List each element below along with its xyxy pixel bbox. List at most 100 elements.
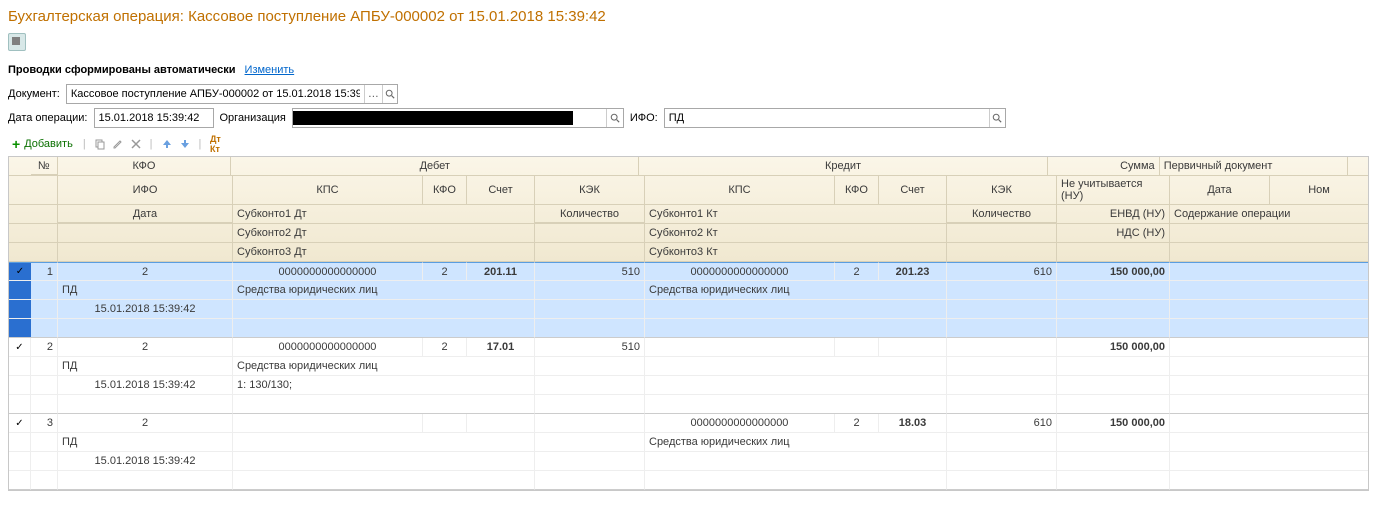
table-row[interactable]: ПД Средства юридических лиц	[9, 433, 1368, 452]
h-credit: Кредит	[639, 157, 1047, 176]
table-row[interactable]: 15.01.2018 15:39:42 1: 130/130;	[9, 376, 1368, 395]
row-db-sub3	[233, 319, 535, 338]
row-tick: ✓	[9, 338, 31, 357]
doc-search-button[interactable]	[382, 85, 397, 103]
row-cr-kfo	[835, 338, 879, 357]
delete-icon[interactable]	[128, 136, 144, 152]
doc-more-button[interactable]: …	[364, 85, 382, 103]
h-nds[interactable]: НДС (НУ)	[1057, 224, 1170, 243]
h-cr-qty[interactable]: Количество	[947, 205, 1057, 224]
add-button[interactable]: + Добавить	[8, 136, 77, 152]
row-cr-kps: 0000000000000000	[645, 414, 835, 433]
row-kfo: 2	[58, 414, 233, 433]
table-row[interactable]: 15.01.2018 15:39:42	[9, 300, 1368, 319]
doc-field[interactable]	[67, 86, 364, 102]
opdate-field[interactable]	[95, 110, 213, 126]
row-db-sub3	[233, 395, 535, 414]
row-kfo: 2	[58, 262, 233, 281]
row-db-sub2: 1: 130/130;	[233, 376, 535, 395]
table-row[interactable]	[9, 471, 1368, 490]
dtkt-icon[interactable]: ДтКт	[207, 136, 223, 152]
table-row[interactable]	[9, 319, 1368, 338]
row-cr-kek: 610	[947, 414, 1057, 433]
h-cr-kps[interactable]: КПС	[645, 176, 835, 205]
move-up-icon[interactable]	[159, 136, 175, 152]
org-search-button[interactable]	[606, 109, 623, 127]
change-link[interactable]: Изменить	[245, 64, 295, 76]
row-cr-sub1: Средства юридических лиц	[645, 281, 947, 300]
row-db-sub3	[233, 471, 535, 490]
h-sub2d[interactable]: Субконто2 Дт	[233, 224, 535, 243]
row-date: 15.01.2018 15:39:42	[58, 376, 233, 395]
h-kfo[interactable]: КФО	[58, 157, 231, 176]
h-nu[interactable]: Не учитывается (НУ)	[1057, 176, 1170, 205]
row-cr-sub3	[645, 471, 947, 490]
h-primdoc: Первичный документ	[1160, 157, 1348, 176]
row-db-kfo: 2	[423, 262, 467, 281]
h-sub1d[interactable]: Субконто1 Дт	[233, 205, 535, 224]
report-icon[interactable]	[8, 33, 26, 51]
h-db-acc[interactable]: Счет	[467, 176, 535, 205]
h-nom[interactable]: Ном	[1270, 176, 1368, 205]
row-db-sub2	[233, 452, 535, 471]
row-cr-kek: 610	[947, 262, 1057, 281]
table-row[interactable]: 15.01.2018 15:39:42	[9, 452, 1368, 471]
row-db-sub1: Средства юридических лиц	[233, 357, 535, 376]
table-row[interactable]	[9, 395, 1368, 414]
org-value-redacted	[293, 111, 573, 125]
h-db-kps[interactable]: КПС	[233, 176, 423, 205]
row-db-kps	[233, 414, 423, 433]
opdate-label: Дата операции:	[8, 112, 88, 124]
h-db-qty[interactable]: Количество	[535, 205, 645, 224]
row-db-kek: 510	[535, 262, 645, 281]
row-db-kps: 0000000000000000	[233, 338, 423, 357]
ifo-field[interactable]	[665, 110, 989, 126]
h-empty	[1348, 157, 1368, 176]
copy-icon[interactable]	[92, 136, 108, 152]
edit-icon[interactable]	[110, 136, 126, 152]
row-cr-acc: 18.03	[879, 414, 947, 433]
h-ifo[interactable]: ИФО	[58, 176, 233, 205]
h-debit: Дебет	[231, 157, 639, 176]
table-row[interactable]: ПД Средства юридических лиц	[9, 357, 1368, 376]
page-title: Бухгалтерская операция: Кассовое поступл…	[8, 8, 1367, 29]
row-cr-sub3	[645, 395, 947, 414]
h-dateh[interactable]: Дата	[1170, 176, 1270, 205]
h-cr-kek[interactable]: КЭК	[947, 176, 1057, 205]
row-db-acc: 17.01	[467, 338, 535, 357]
row-db-kps: 0000000000000000	[233, 262, 423, 281]
table-row[interactable]: ✓ 2 2 0000000000000000 2 17.01 510 150 0…	[9, 338, 1368, 357]
h-date[interactable]: Дата	[58, 205, 233, 224]
row-num: 2	[31, 338, 58, 357]
row-date: 15.01.2018 15:39:42	[58, 452, 233, 471]
row-kfo: 2	[58, 338, 233, 357]
table-row[interactable]: ПД Средства юридических лиц Средства юри…	[9, 281, 1368, 300]
move-down-icon[interactable]	[177, 136, 193, 152]
doc-label: Документ:	[8, 88, 60, 100]
row-sum: 150 000,00	[1057, 414, 1170, 433]
add-label: Добавить	[24, 138, 73, 150]
ifo-search-button[interactable]	[989, 109, 1005, 127]
h-num[interactable]: №	[31, 157, 58, 176]
h-cr-acc[interactable]: Счет	[879, 176, 947, 205]
row-db-kek	[535, 414, 645, 433]
h-sub1k[interactable]: Субконто1 Кт	[645, 205, 947, 224]
row-date: 15.01.2018 15:39:42	[58, 300, 233, 319]
h-envd[interactable]: ЕНВД (НУ)	[1057, 205, 1170, 224]
h-cr-kfo[interactable]: КФО	[835, 176, 879, 205]
h-db-kek[interactable]: КЭК	[535, 176, 645, 205]
h-sub2k[interactable]: Субконто2 Кт	[645, 224, 947, 243]
row-db-acc: 201.11	[467, 262, 535, 281]
row-cr-acc: 201.23	[879, 262, 947, 281]
entries-grid: № КФО Дебет Кредит Сумма Первичный докум…	[8, 156, 1369, 491]
h-content[interactable]: Содержание операции	[1170, 205, 1368, 224]
row-cr-sub1: Средства юридических лиц	[645, 433, 947, 452]
h-sub3k[interactable]: Субконто3 Кт	[645, 243, 947, 262]
h-sub3d[interactable]: Субконто3 Дт	[233, 243, 535, 262]
h-db-kfo[interactable]: КФО	[423, 176, 467, 205]
row-cr-sub1	[645, 357, 947, 376]
grid-header: № КФО Дебет Кредит Сумма Первичный докум…	[9, 157, 1368, 262]
h-sum[interactable]: Сумма	[1048, 157, 1160, 176]
table-row[interactable]: ✓ 3 2 0000000000000000 2 18.03 610 150 0…	[9, 414, 1368, 433]
table-row[interactable]: ✓ 1 2 0000000000000000 2 201.11 510 0000…	[9, 262, 1368, 281]
